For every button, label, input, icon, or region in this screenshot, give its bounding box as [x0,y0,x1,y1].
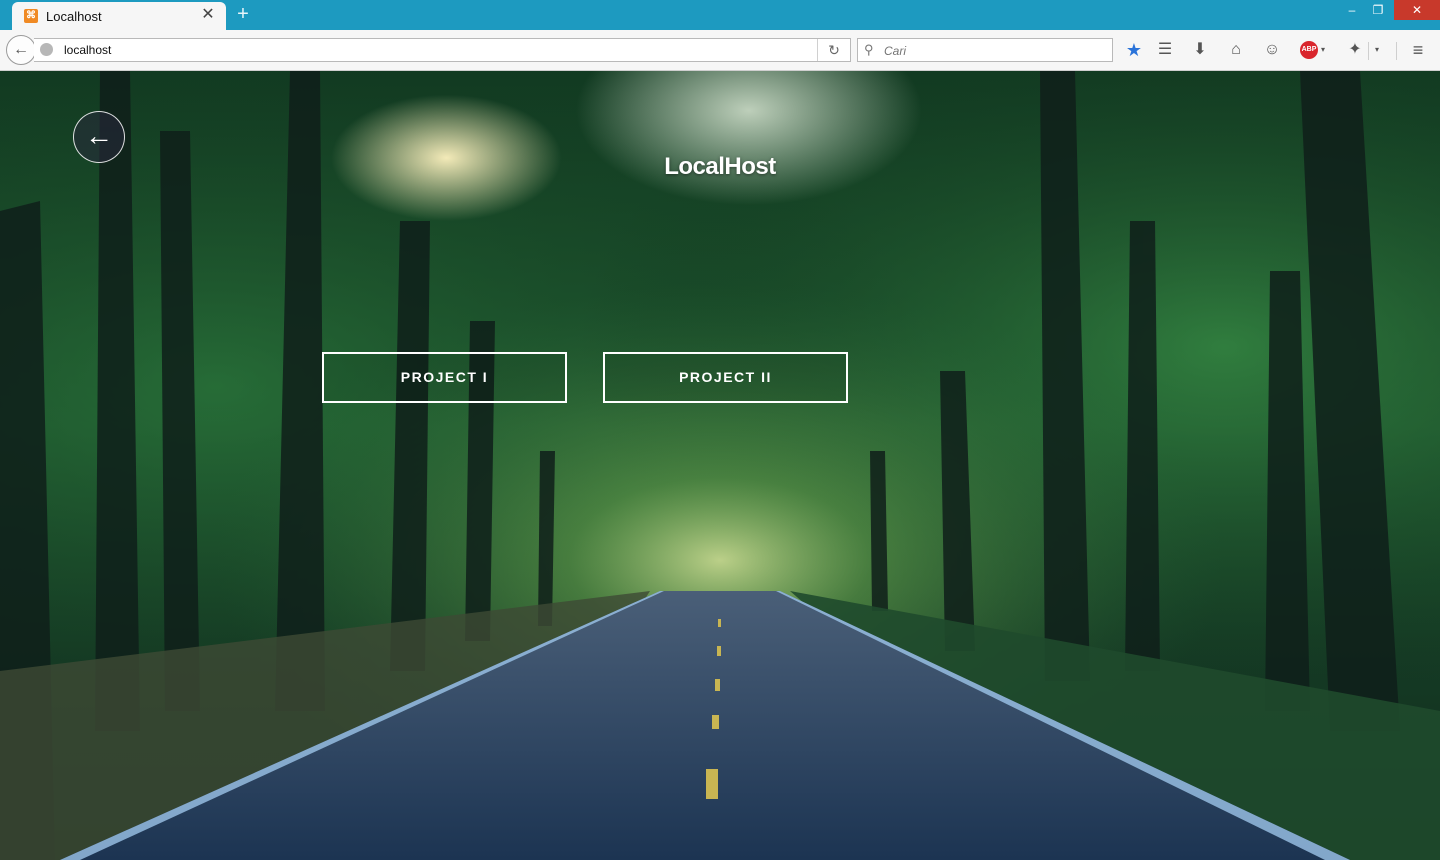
search-input[interactable] [882,41,1106,61]
toolbar-separator [1368,42,1369,60]
page-title: LocalHost [664,153,776,180]
window-close-icon[interactable]: ✕ [1394,0,1440,20]
reload-icon[interactable]: ↻ [817,39,850,61]
browser-title-bar: ⌘ Localhost ✕ + – ❐ ✕ [0,0,1440,30]
window-minimize-icon[interactable]: – [1338,0,1366,20]
bookmark-star-icon[interactable]: ★ [1124,40,1144,60]
tab-title: Localhost [46,9,102,24]
bookmarks-list-icon[interactable]: ☰ [1155,40,1175,60]
address-bar[interactable]: localhost ↻ [34,38,851,62]
search-bar[interactable]: ⚲ [857,38,1113,62]
new-tab-icon[interactable]: + [234,4,252,24]
xampp-favicon-icon: ⌘ [24,9,38,23]
download-icon[interactable]: ⬇ [1190,40,1210,60]
browser-tab-active[interactable]: ⌘ Localhost ✕ [12,2,226,30]
search-icon: ⚲ [864,42,874,57]
tab-close-icon[interactable]: ✕ [200,7,216,23]
url-text[interactable]: localhost [64,43,111,57]
hamburger-menu-icon[interactable]: ≡ [1408,40,1428,60]
chat-icon[interactable]: ☺ [1262,40,1282,60]
back-arrow-button[interactable]: ← [73,111,125,163]
extension-icon[interactable]: ✦ [1345,40,1365,60]
window-restore-icon[interactable]: ❐ [1364,0,1392,20]
adblock-plus-icon[interactable]: ABP [1300,41,1318,59]
toolbar-separator [1396,42,1397,60]
browser-back-button[interactable]: ← [6,35,36,65]
browser-nav-bar: ← localhost ↻ ⚲ ★ ☰ ⬇ ⌂ ☺ ABP ▾ ✦ ▾ ≡ [0,30,1440,71]
page-viewport: ← LocalHost PROJECT I PROJECT II [0,71,1440,860]
extension-dropdown-icon[interactable]: ▾ [1372,40,1382,60]
project-2-button[interactable]: PROJECT II [603,352,848,403]
home-icon[interactable]: ⌂ [1226,40,1246,60]
site-identity-globe-icon[interactable] [40,43,53,56]
project-1-button[interactable]: PROJECT I [322,352,567,403]
forest-road-background-image [0,71,1440,860]
adblock-dropdown-icon[interactable]: ▾ [1318,40,1328,60]
